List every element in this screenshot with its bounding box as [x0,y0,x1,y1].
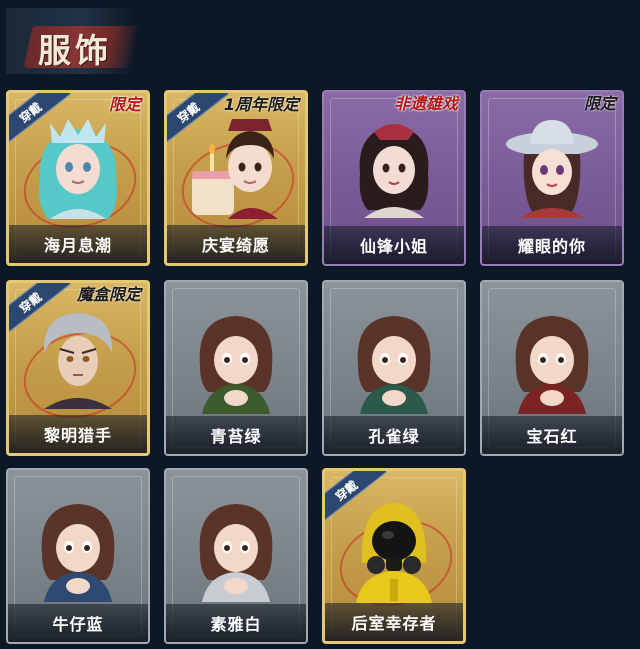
magic-box-limited-tag: 魔盒限定 [76,285,141,304]
girl-red-hoodie-portrait [515,316,589,414]
card-name: 海月息潮 [43,236,112,255]
limited-tag: 限定 [108,95,141,114]
card-name-bar: 庆宴绮愿 [167,225,305,263]
costume-card-houshixingcunzhe[interactable]: 穿戴 后室幸存者 [322,468,466,644]
card-name: 宝石红 [526,427,578,446]
card-name-bar: 青苔绿 [166,416,306,454]
girl-white-hoodie-portrait [199,504,273,602]
opera-lady-portrait [359,124,429,218]
birthday-cake-portrait [192,119,278,219]
costume-card-haiyuexichao[interactable]: 穿戴 限定 海月息潮 [6,90,150,266]
card-name-bar: 素雅白 [166,604,306,642]
card-name: 牛仔蓝 [52,615,104,634]
card-name-bar: 孔雀绿 [324,416,464,454]
anniversary-limited-tag: 1周年限定 [223,95,299,114]
costume-card-baoshihong[interactable]: 宝石红 [480,280,624,456]
card-name-bar: 牛仔蓝 [8,604,148,642]
card-name-bar: 仙锋小姐 [324,226,464,264]
card-name-bar: 宝石红 [482,416,622,454]
costume-card-yaoyandeni[interactable]: 限定 耀眼的你 [480,90,624,266]
card-name-bar: 耀眼的你 [482,226,622,264]
card-name: 庆宴绮愿 [201,236,270,255]
dawn-hunter-portrait [43,313,113,409]
page-title: 服饰 [38,31,112,70]
card-name-bar: 海月息潮 [9,225,147,263]
section-header: 服饰 [6,8,141,74]
costume-card-xianfengxiaojie[interactable]: 非遗雄戏 仙锋小姐 [322,90,466,266]
card-name-bar: 黎明猎手 [9,415,147,453]
girl-green-hoodie-portrait [199,316,273,414]
card-name: 后室幸存者 [351,614,437,633]
hazmat-survivor-portrait [356,503,432,603]
costume-card-suyabai[interactable]: 素雅白 [164,468,308,644]
card-name: 素雅白 [210,615,262,634]
cowgirl-portrait [506,120,598,218]
girl-teal-hoodie-portrait [357,316,431,414]
card-name-bar: 后室幸存者 [325,603,463,641]
card-name: 青苔绿 [210,427,262,446]
costume-card-limingliesshou[interactable]: 穿戴 魔盒限定 黎明猎手 [6,280,150,456]
heritage-tag: 非遗雄戏 [393,94,458,113]
costume-card-niuzailan[interactable]: 牛仔蓝 [6,468,150,644]
costume-card-qingtailv[interactable]: 青苔绿 [164,280,308,456]
costume-card-kongquelv[interactable]: 孔雀绿 [322,280,466,456]
sea-goddess-portrait [39,119,117,219]
limited-tag: 限定 [583,94,616,113]
costume-card-qingyanqiyuan[interactable]: 穿戴 1周年限定 庆宴绮愿 [164,90,308,266]
card-name: 孔雀绿 [368,427,420,446]
card-name: 仙锋小姐 [359,237,428,256]
card-name: 黎明猎手 [43,426,112,445]
girl-blue-hoodie-portrait [41,504,115,602]
card-name: 耀眼的你 [517,237,586,256]
